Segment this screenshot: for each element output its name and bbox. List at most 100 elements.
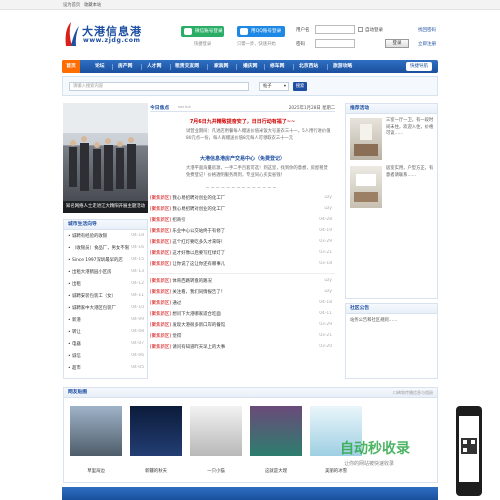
headline-1-lead: 试营业期间：凡进店用餐每人赠送价值米饭大号盖衣三十一，5人用行进价值80元点一份… xyxy=(186,129,331,141)
life-item[interactable]: • 诚聘家中大港区包装厂 04-10 xyxy=(64,305,147,311)
recommend-text-2[interactable]: 居室实用，户型方正，有意者请联系…… xyxy=(386,166,436,179)
search-type-select[interactable]: 帖子 ▾ xyxy=(259,82,289,91)
focus-item[interactable]: [聚焦新区] 关注看，我们同情报告了！ uzy xyxy=(150,289,335,295)
search-bar: 请输入搜索内容 帖子 ▾ 搜索 xyxy=(62,76,438,96)
register-link[interactable]: 立即注册 xyxy=(418,41,436,47)
focus-item[interactable]: [聚焦新区] 想问下大港哪家适合吃面 04-11 xyxy=(150,311,335,317)
watermark-overlay: 自动秒收录 让你的网站被快速收录 xyxy=(340,438,460,474)
search-button[interactable]: 搜索 xyxy=(293,82,307,91)
life-item[interactable]: • Since 1997深圳最早的店 04-15 xyxy=(64,257,147,263)
focus-item[interactable]: [聚焦新区] 发现大港很多新口岸的餐馆 03-29 xyxy=(150,322,335,328)
nav-house[interactable]: 房产网 xyxy=(118,60,132,73)
focus-item[interactable]: [聚焦新区] 我心易招聘对创业的化工厂 uzy xyxy=(150,206,335,212)
life-item[interactable]: • 出租 04-12 xyxy=(64,281,147,287)
mobile-qr-widget[interactable] xyxy=(456,406,482,496)
password-input[interactable] xyxy=(315,39,355,48)
life-item[interactable]: • 电器 04-07 xyxy=(64,341,147,347)
focus-item[interactable]: [聚焦新区] 这个红灯要吃多久才来呀！ 03-29 xyxy=(150,239,335,245)
nav-car[interactable]: 修车网 xyxy=(270,60,284,73)
bottom-banner[interactable] xyxy=(62,487,438,500)
login-button[interactable]: 登录 xyxy=(385,39,409,48)
friend-photo[interactable] xyxy=(250,406,302,456)
recommend-photo-2[interactable] xyxy=(350,166,382,208)
life-item[interactable]: • （收银员）食品厂，男女不限 04-16 xyxy=(64,245,147,251)
friends-pics-note: 口碑和传播信息与相册 xyxy=(393,390,433,395)
auto-login-checkbox[interactable] xyxy=(358,27,363,32)
search-input[interactable]: 请输入搜索内容 xyxy=(69,82,249,91)
headline-2-lead: 大港平面海量房源，一手二手百套可选！到这里，找到你的意想，房屋租赁免费登记！价格… xyxy=(186,166,328,178)
today-focus-sub: nez tuh xyxy=(178,105,191,109)
nav-rental[interactable]: 租赁交友网 xyxy=(175,60,199,73)
friend-photo-caption: 新疆的秋天 xyxy=(145,469,167,474)
life-item[interactable]: • 诚聘有经验的收银 04-18 xyxy=(64,233,147,239)
focus-item[interactable]: [聚焦新区] 体育西路转盘的路况 uzy xyxy=(150,278,335,284)
recommend-photo-1[interactable] xyxy=(350,118,382,160)
watermark-sub: 让你的网站被快速收录 xyxy=(344,461,395,467)
logo-url: www.zjdg.com xyxy=(83,37,141,44)
friend-photo[interactable] xyxy=(190,406,242,456)
site-logo[interactable]: 大港信息港 www.zjdg.com xyxy=(62,18,172,50)
friend-photo-caption: 草里海边 xyxy=(87,469,105,474)
headline-2[interactable]: 大港信息港房产交易中心（免费登记） xyxy=(150,155,335,162)
notice-panel: 社区公告 站务公告和社区规则…… xyxy=(345,303,438,379)
life-item[interactable]: • 超市 04-05 xyxy=(64,365,147,371)
username-label: 用户名 xyxy=(296,28,310,33)
notice-header: 社区公告 xyxy=(346,304,437,314)
forgot-password-link[interactable]: 找回密码 xyxy=(418,27,436,33)
notice-text: 站务公告和社区规则…… xyxy=(350,318,398,323)
set-home-link[interactable]: 设为首页 xyxy=(63,2,80,8)
favorite-link[interactable]: 收藏本站 xyxy=(84,2,101,8)
nav-travel[interactable]: 旅游攻略 xyxy=(333,60,352,73)
chevron-down-icon: ▾ xyxy=(283,84,286,89)
life-item[interactable]: • 诚信 04-06 xyxy=(64,353,147,359)
password-label: 密码 xyxy=(296,42,305,47)
quick-nav-button[interactable]: 快捷导航 xyxy=(406,62,432,71)
wechat-login-button[interactable]: 微信账号登录 xyxy=(181,26,224,37)
nav-home[interactable]: 首页 xyxy=(62,60,80,73)
focus-item[interactable]: [聚焦新区] 乐业中心公交站终于有修了 04-19 xyxy=(150,228,335,234)
focus-item[interactable]: [聚焦新区] 这才好像以后要写红绿灯了 03-21 xyxy=(150,250,335,256)
life-item[interactable]: • 诚聘安装包装工（女） 04-11 xyxy=(64,293,147,299)
friend-photo[interactable] xyxy=(70,406,122,456)
friend-photo-caption: 一只小猫 xyxy=(207,469,225,474)
headline-1[interactable]: 7月6日九井精致提奋安了，日日行动有福了~~ xyxy=(150,118,335,125)
life-item[interactable]: • 出租大港鹤园小区房 04-13 xyxy=(64,269,147,275)
friend-photo-caption: 这就是大理 xyxy=(265,469,287,474)
featured-caption: 知名网络人士走进江大精阳开展主题活动 xyxy=(63,201,148,213)
nav-wedding[interactable]: 婚庆网 xyxy=(243,60,257,73)
featured-photo[interactable]: 知名网络人士走进江大精阳开展主题活动 xyxy=(63,103,148,213)
focus-item[interactable]: [聚焦新区] 通过 04-18 xyxy=(150,300,335,306)
focus-item[interactable]: [聚焦新区] 我心易招聘对创业的化工厂 uzy xyxy=(150,195,335,201)
today-focus-panel: 今日焦点 nez tuh 2025年1月28日 星期二 7月6日九井精致提奋安了… xyxy=(150,103,335,379)
friends-pics-header: 网友贴图 xyxy=(64,388,437,398)
city-life-header: 城市生活向导 xyxy=(64,220,147,230)
recommend-text-1[interactable]: 三室一厅一卫，有一段时间未住，欢迎入住，价格可议…… xyxy=(386,118,436,138)
life-item[interactable]: • 转让 04-08 xyxy=(64,329,147,335)
focus-item[interactable]: [聚焦新区] 觉得 03-21 xyxy=(150,333,335,339)
nav-forum[interactable]: 论坛 xyxy=(95,60,105,73)
wechat-login-sub: 快捷登录 xyxy=(194,42,212,47)
current-date: 2025年1月28日 星期二 xyxy=(288,106,335,111)
friend-photo[interactable] xyxy=(130,406,182,456)
username-input[interactable] xyxy=(315,25,355,34)
recommend-panel: 推荐活动 三室一厅一卫，有一段时间未住，欢迎入住，价格可议…… 居室实用，户型方… xyxy=(345,103,438,299)
focus-item[interactable]: [聚焦新区] 让你说了这让你还有哪事儿 03-18 xyxy=(150,261,335,267)
auto-login-label: 自动登录 xyxy=(365,28,383,33)
nav-jobs[interactable]: 人才网 xyxy=(147,60,161,73)
page: 设为首页 收藏本站 大港信息港 www.zjdg.com 微信账号登录 快捷登录… xyxy=(0,0,500,500)
recommend-header: 推荐活动 xyxy=(346,104,437,114)
qq-login-button[interactable]: 用QQ账号登录 xyxy=(237,26,285,37)
qq-icon xyxy=(240,28,248,35)
logo-mark-icon xyxy=(65,22,79,46)
nav-decor[interactable]: 家装网 xyxy=(214,60,228,73)
watermark-title: 自动秒收录 xyxy=(340,441,410,457)
focus-item[interactable]: [聚焦新区] 招商引 04-28 xyxy=(150,217,335,223)
today-focus-header: 今日焦点 xyxy=(150,106,170,111)
life-item[interactable]: • 新港 04-09 xyxy=(64,317,147,323)
focus-item[interactable]: [聚焦新区] 请问有知道昨天早上的大事 03-20 xyxy=(150,344,335,350)
main-nav: 首页 论坛 房产网 人才网 租赁交友网 家装网 婚庆网 修车网 北京西站 旅游攻… xyxy=(62,60,438,73)
qq-login-sub: 只需一步，快速开始 xyxy=(237,42,276,47)
top-bar: 设为首页 收藏本站 xyxy=(0,0,500,10)
wechat-icon xyxy=(184,28,192,35)
nav-station[interactable]: 北京西站 xyxy=(299,60,318,73)
